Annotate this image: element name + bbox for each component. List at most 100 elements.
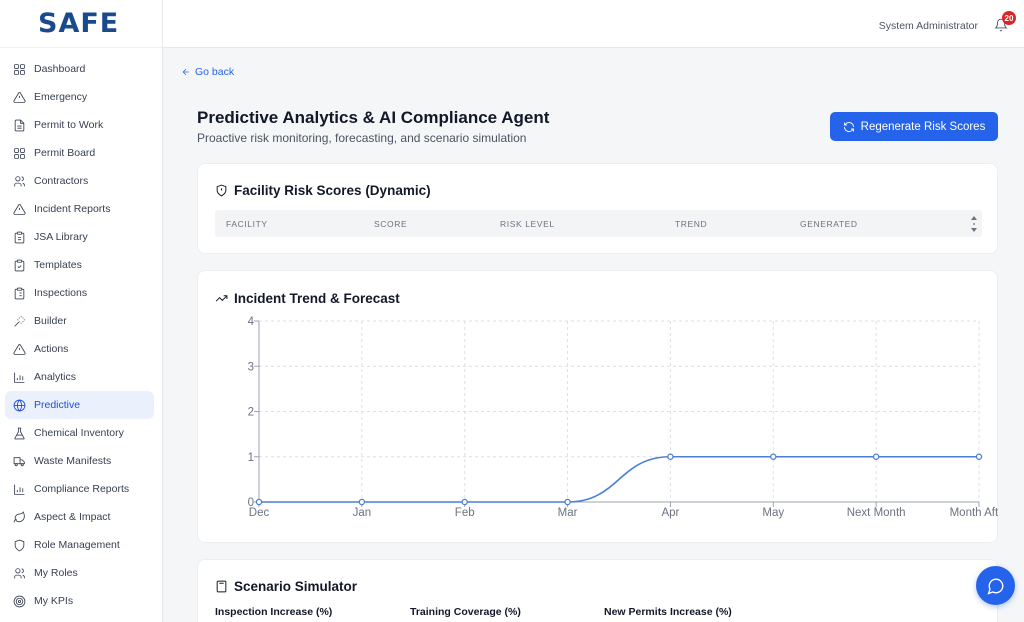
bar-chart-icon [12,370,26,384]
column-header-trend[interactable]: TREND [675,219,707,229]
sidebar-item-label: Templates [34,259,82,271]
y-tick-label: 1 [248,452,254,464]
sidebar-item-actions[interactable]: Actions [5,335,154,363]
data-point [872,453,880,460]
sidebar-item-contractors[interactable]: Contractors [5,167,154,195]
alert-triangle-icon [12,202,26,216]
users-icon [12,174,26,188]
sidebar-item-label: My Roles [34,567,78,579]
x-tick-label: Apr [661,507,679,519]
series-line [259,455,979,503]
document-icon [12,118,26,132]
alert-triangle-icon [12,342,26,356]
wand-icon [12,314,26,328]
incident-trend-title-text: Incident Trend & Forecast [234,291,400,306]
sidebar-item-predictive[interactable]: Predictive [5,391,154,419]
x-tick-label: May [762,507,784,519]
logo-text: SAFE [38,8,120,39]
leaf-icon [12,510,26,524]
sidebar-item-aspect-and-impact[interactable]: Aspect & Impact [5,503,154,531]
sort-icon [971,216,977,232]
calculator-icon [216,580,227,593]
sidebar-item-dashboard[interactable]: Dashboard [5,55,154,83]
sidebar-item-label: Predictive [34,399,81,411]
sidebar-item-label: JSA Library [34,231,88,243]
sidebar-item-label: Builder [34,315,67,327]
risk-table-header: FACILITY SCORE RISK LEVEL TREND GENERATE… [215,210,982,237]
regenerate-label: Regenerate Risk Scores [860,120,986,133]
trending-up-icon [215,295,228,302]
target-icon [12,594,26,608]
column-header-score[interactable]: SCORE [374,219,407,229]
brand-logo[interactable]: SAFE [0,0,162,48]
sidebar-item-permit-board[interactable]: Permit Board [5,139,154,167]
sidebar-item-permit-to-work[interactable]: Permit to Work [5,111,154,139]
chat-assistant-button[interactable] [976,566,1015,605]
go-back-link[interactable]: Go back [181,66,234,78]
sidebar-item-label: Aspect & Impact [34,511,111,523]
sidebar-item-label: Incident Reports [34,203,111,215]
x-tick-label: Dec [249,507,270,519]
sort-toggle[interactable] [970,213,978,235]
y-tick-label: 2 [248,407,254,419]
sidebar-item-label: Analytics [34,371,77,383]
sidebar-item-label: Actions [34,343,69,355]
x-tick-label: Feb [455,507,475,519]
bar-chart-icon [12,482,26,496]
sidebar-item-label: Waste Manifests [34,455,112,467]
sidebar-item-my-roles[interactable]: My Roles [5,559,154,587]
x-tick-label: Mar [558,507,578,519]
data-point [358,498,366,506]
grid-icon [12,146,26,160]
sidebar-item-templates[interactable]: Templates [5,251,154,279]
sidebar-item-label: Chemical Inventory [34,427,124,439]
flask-icon [12,426,26,440]
sidebar-item-waste-manifests[interactable]: Waste Manifests [5,447,154,475]
user-name[interactable]: System Administrator [879,20,978,32]
sidebar-item-builder[interactable]: Builder [5,307,154,335]
regenerate-risk-scores-button[interactable]: Regenerate Risk Scores [830,112,998,141]
clipboard-list-icon [12,286,26,300]
data-point [667,453,674,460]
sidebar-item-role-management[interactable]: Role Management [5,531,154,559]
sidebar-item-analytics[interactable]: Analytics [5,363,154,391]
sidebar-item-label: Emergency [34,91,88,103]
notifications-button[interactable]: 20 [994,11,1016,34]
sidebar-nav: Dashboard Emergency Permit to Work Permit B… [0,48,162,615]
scenario-simulator-card: Scenario Simulator Inspection Increase (… [197,559,998,622]
refresh-icon [843,121,854,132]
page-title: Predictive Analytics & AI Compliance Age… [197,108,550,127]
shield-icon [12,538,26,552]
scenario-simulator-title-text: Scenario Simulator [234,579,358,594]
x-tick-label: Month After [950,507,998,519]
training-coverage-label: Training Coverage (%) [410,606,521,618]
sidebar-item-compliance-reports[interactable]: Compliance Reports [5,475,154,503]
sidebar-item-label: Role Management [34,539,120,551]
sidebar-item-inspections[interactable]: Inspections [5,279,154,307]
sidebar-item-label: Compliance Reports [34,483,130,495]
column-header-facility[interactable]: FACILITY [226,219,268,229]
facility-risk-scores-card: Facility Risk Scores (Dynamic) FACILITY … [197,163,998,254]
main-content: Go back Predictive Analytics & AI Compli… [163,48,1024,622]
truck-icon [12,454,26,468]
notification-badge: 20 [1002,11,1016,25]
x-tick-label: Next Month [847,507,906,519]
clipboard-check-icon [12,258,26,272]
sidebar-item-my-kpis[interactable]: My KPIs [5,587,154,615]
go-back-label: Go back [195,66,235,78]
top-bar: System Administrator 20 [163,0,1024,48]
sidebar-item-emergency[interactable]: Emergency [5,83,154,111]
column-header-risk-level[interactable]: RISK LEVEL [500,219,555,229]
y-tick-label: 4 [248,316,255,328]
sidebar-item-label: Dashboard [34,63,86,75]
sidebar-item-jsa-library[interactable]: JSA Library [5,223,154,251]
x-tick-label: Jan [353,507,372,519]
sidebar-item-chemical-inventory[interactable]: Chemical Inventory [5,419,154,447]
inspection-increase-label: Inspection Increase (%) [215,606,333,618]
sidebar-item-incident-reports[interactable]: Incident Reports [5,195,154,223]
column-header-generated[interactable]: GENERATED [800,219,858,229]
data-point [564,498,571,506]
incident-trend-chart: 01234Dec Jan Feb Mar Apr May Next Month Month A… [248,316,998,519]
alert-triangle-icon [12,90,26,104]
data-point [255,498,263,506]
